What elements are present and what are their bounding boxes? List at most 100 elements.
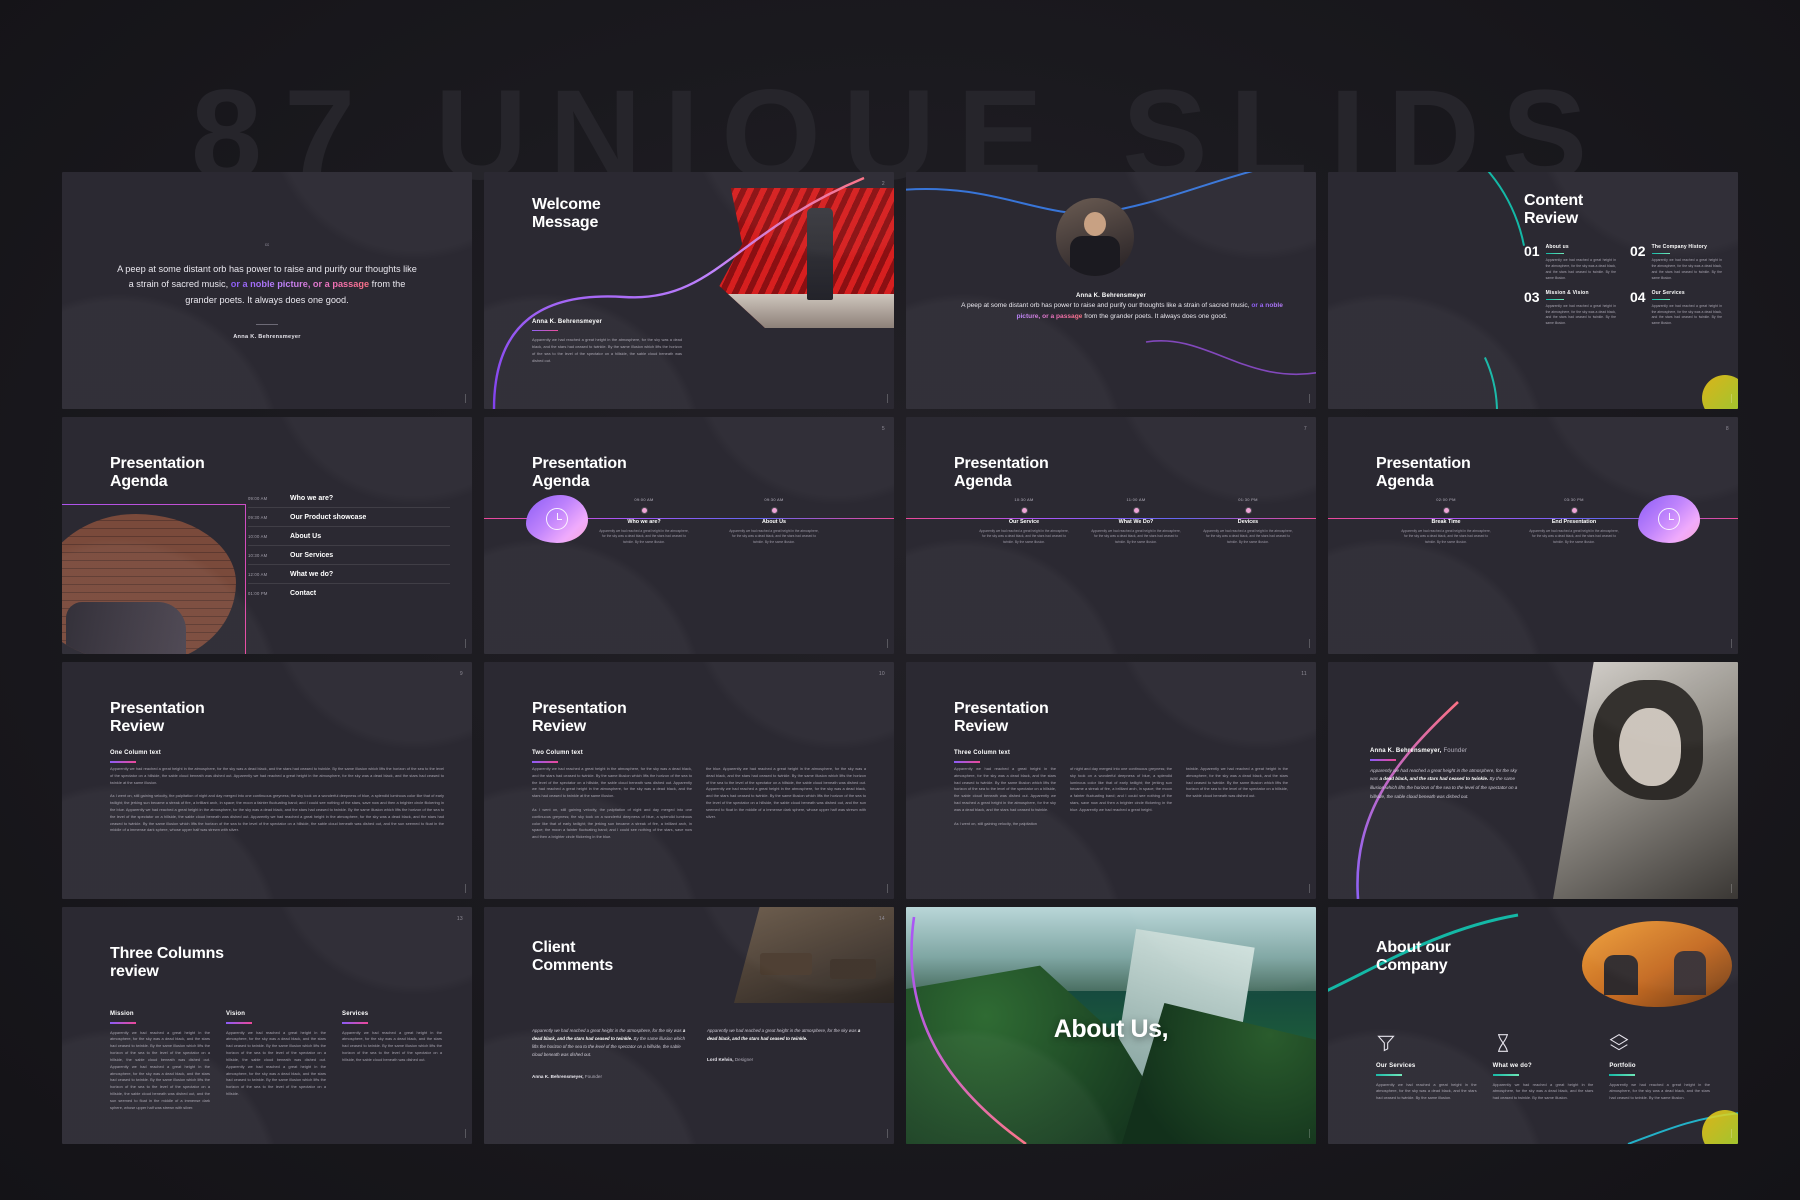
corner-mark [1716, 1129, 1732, 1138]
column-label: Vision [226, 1011, 246, 1017]
comment-role: Designer [734, 1057, 754, 1063]
feature-label: Portfolio [1609, 1063, 1636, 1069]
feature-label: Our Services [1376, 1063, 1416, 1069]
slide-agenda-list[interactable]: Presentation Agenda 09:00 AM Who we are?… [62, 417, 472, 654]
agenda-label: About Us [290, 533, 322, 540]
slide-agenda-timeline-2[interactable]: Presentation Agenda 10:30 AM Our Service… [906, 417, 1316, 654]
column-body: Apparently we had reached a great height… [226, 1029, 326, 1097]
divider [110, 761, 136, 763]
slide-about-our-company[interactable]: About our Company Our Services Apparentl… [1328, 907, 1738, 1144]
divider [532, 761, 558, 763]
slide-agenda-timeline-1[interactable]: Presentation Agenda 09:00 AM Who we are?… [484, 417, 894, 654]
item-label: The Company History [1651, 244, 1708, 250]
review-column: Apparently we had reached a great height… [110, 766, 444, 833]
timeline-label: End Presentation [1551, 518, 1597, 525]
agenda-row[interactable]: 10:30 AM Our Services [248, 546, 450, 565]
slide-review-three-column[interactable]: Presentation Review Three Column text Ap… [906, 662, 1316, 899]
page-number: 11 [1301, 671, 1307, 677]
feature-block[interactable]: What we do? Apparently we had reached a … [1492, 1033, 1594, 1102]
divider [954, 761, 980, 763]
agenda-time: 10:30 AM [248, 553, 268, 558]
timeline-time: 11:00 AM [1126, 497, 1146, 502]
timeline-dot [771, 507, 777, 513]
column-label: Services [342, 1011, 369, 1017]
item-body: Apparently we had reached a great height… [1651, 303, 1722, 326]
slide-client-comments[interactable]: Client Comments Apparently we had reache… [484, 907, 894, 1144]
column-label: Mission [110, 1011, 134, 1017]
divider [1545, 298, 1564, 300]
hourglass-icon [1493, 1033, 1513, 1053]
corner-mark [1716, 639, 1732, 648]
slide-about-us-hero[interactable]: About Us, [906, 907, 1316, 1144]
testimonial-name: Anna K. Behrensmeyer, Founder [1370, 748, 1468, 754]
agenda-time: 01:00 PM [248, 591, 268, 596]
welcome-body: Apparently we had reached a great height… [532, 337, 682, 363]
agenda-row[interactable]: 01:00 PM Contact [248, 584, 450, 602]
content-review-item[interactable]: 04 Our Services Apparently we had reache… [1630, 290, 1722, 328]
timeline-label: Our Service [1008, 518, 1040, 525]
timeline-dot [1245, 507, 1251, 513]
slide-review-one-column[interactable]: Presentation Review One Column text Appa… [62, 662, 472, 899]
section-label: One Column text [110, 750, 162, 756]
corner-mark [872, 884, 888, 893]
feature-body: Apparently we had reached a great height… [1492, 1081, 1594, 1101]
item-number: 04 [1630, 288, 1646, 305]
page-number: 8 [1725, 426, 1729, 432]
feature-body: Apparently we had reached a great height… [1609, 1081, 1710, 1101]
feature-block[interactable]: Portfolio Apparently we had reached a gr… [1609, 1033, 1710, 1102]
divider [226, 1022, 252, 1024]
page-title: Presentation Review [532, 700, 627, 736]
divider [1651, 253, 1670, 255]
comment-quote: Apparently we had reached a great height… [532, 1028, 686, 1058]
timeline-point[interactable]: 10:30 AM Our Service Apparently we had r… [978, 497, 1070, 545]
agenda-row[interactable]: 12:00 AM What we do? [248, 565, 450, 584]
slide-quote[interactable]: “ A peep at some distant orb has power t… [62, 172, 472, 409]
page-title: Client Comments [532, 939, 614, 975]
corner-mark [450, 639, 466, 648]
client-photo [734, 907, 894, 1003]
item-label: Our Services [1651, 289, 1685, 296]
agenda-label: Contact [290, 590, 317, 597]
page-title: Presentation Agenda [1376, 455, 1471, 491]
timeline-label: Who we are? [627, 518, 661, 525]
agenda-time: 10:00 AM [248, 534, 268, 539]
content-review-item[interactable]: 03 Mission & Vision Apparently we had re… [1524, 290, 1616, 328]
slide-three-columns-review[interactable]: Three Columns review Mission Apparently … [62, 907, 472, 1144]
page-number: 9 [459, 671, 463, 677]
testimonial-quote: Apparently we had reached a great height… [1370, 767, 1518, 799]
filter-icon [1376, 1033, 1396, 1053]
agenda-row[interactable]: 10:00 AM About Us [248, 527, 450, 546]
page-number: 10 [878, 671, 885, 677]
timeline-point[interactable]: 01:30 PM Devices Apparently we had reach… [1202, 497, 1294, 545]
agenda-time: 09:30 AM [248, 515, 268, 520]
slide-welcome-message[interactable]: Welcome Message Anna K. Behrensmeyer App… [484, 172, 894, 409]
timeline-time: 09:00 AM [634, 497, 654, 502]
timeline-desc: Apparently we had reached a great height… [1091, 528, 1181, 544]
layers-icon [1609, 1033, 1629, 1053]
timeline-point[interactable]: 09:00 AM Who we are? Apparently we had r… [598, 497, 690, 545]
page-title: Presentation Review [954, 700, 1049, 736]
speaker-name: Anna K. Behrensmeyer [1075, 293, 1147, 299]
agenda-time: 12:00 AM [248, 572, 268, 577]
agenda-row[interactable]: 09:00 AM Who we are? [248, 489, 450, 508]
client-comment: Apparently we had reached a great height… [532, 1027, 689, 1079]
slide-review-two-column[interactable]: Presentation Review Two Column text Appa… [484, 662, 894, 899]
client-comment: Apparently we had reached a great height… [707, 1027, 864, 1079]
timeline-time: 03:30 PM [1564, 497, 1584, 502]
slide-testimonial[interactable]: Anna K. Behrensmeyer, Founder Apparently… [1328, 662, 1738, 899]
content-review-item[interactable]: 01 About us Apparently we had reached a … [1524, 244, 1616, 282]
timeline-point[interactable]: 02:00 PM Break Time Apparently we had re… [1400, 497, 1492, 545]
content-review-item[interactable]: 02 The Company History Apparently we had… [1630, 244, 1722, 282]
slide-content-review[interactable]: Content Review 01 About us Apparently we… [1328, 172, 1738, 409]
timeline-point[interactable]: 09:30 AM About Us Apparently we had reac… [728, 497, 820, 545]
timeline-point[interactable]: 11:00 AM What We Do? Apparently we had r… [1090, 497, 1182, 545]
timeline-dot [1133, 507, 1139, 513]
feature-block[interactable]: Our Services Apparently we had reached a… [1376, 1033, 1477, 1102]
corner-mark [1294, 884, 1310, 893]
corner-mark [450, 1129, 466, 1138]
agenda-row[interactable]: 09:30 AM Our Product showcase [248, 508, 450, 527]
content-review-items: 01 About us Apparently we had reached a … [1524, 244, 1722, 327]
slide-agenda-timeline-3[interactable]: Presentation Agenda 02:00 PM Break Time … [1328, 417, 1738, 654]
slide-speaker-quote[interactable]: Anna K. Behrensmeyer A peep at some dist… [906, 172, 1316, 409]
timeline-point[interactable]: 03:30 PM End Presentation Apparently we … [1528, 497, 1620, 545]
